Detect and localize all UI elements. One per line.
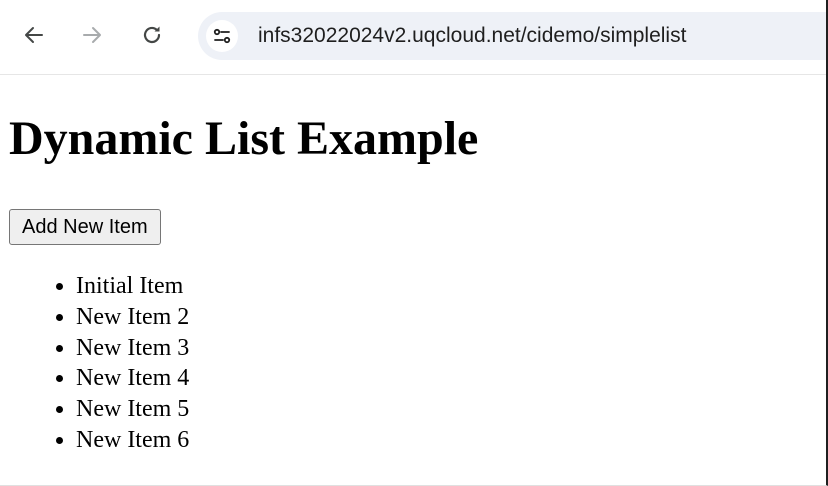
site-info-button[interactable] <box>206 20 238 52</box>
dynamic-item-list: Initial Item New Item 2 New Item 3 New I… <box>0 271 189 456</box>
reload-button[interactable] <box>134 17 170 53</box>
list-item: Initial Item <box>76 271 189 302</box>
reload-icon <box>143 26 161 44</box>
list-item: New Item 2 <box>76 302 189 333</box>
address-bar[interactable]: infs32022024v2.uqcloud.net/cidemo/simple… <box>198 12 826 60</box>
list-item: New Item 4 <box>76 363 189 394</box>
browser-window: infs32022024v2.uqcloud.net/cidemo/simple… <box>0 0 828 486</box>
add-new-item-button[interactable]: Add New Item <box>9 209 161 245</box>
url-text[interactable]: infs32022024v2.uqcloud.net/cidemo/simple… <box>258 12 686 60</box>
back-button[interactable] <box>16 17 52 53</box>
list-item: New Item 5 <box>76 394 189 425</box>
forward-button[interactable] <box>74 17 110 53</box>
list-item: New Item 6 <box>76 425 189 456</box>
arrow-right-icon <box>83 27 101 43</box>
page-content: Dynamic List Example Add New Item Initia… <box>0 75 826 485</box>
page-title: Dynamic List Example <box>9 112 479 165</box>
browser-toolbar: infs32022024v2.uqcloud.net/cidemo/simple… <box>0 0 826 75</box>
list-item: New Item 3 <box>76 333 189 364</box>
arrow-left-icon <box>25 27 43 43</box>
tune-icon <box>213 28 231 44</box>
